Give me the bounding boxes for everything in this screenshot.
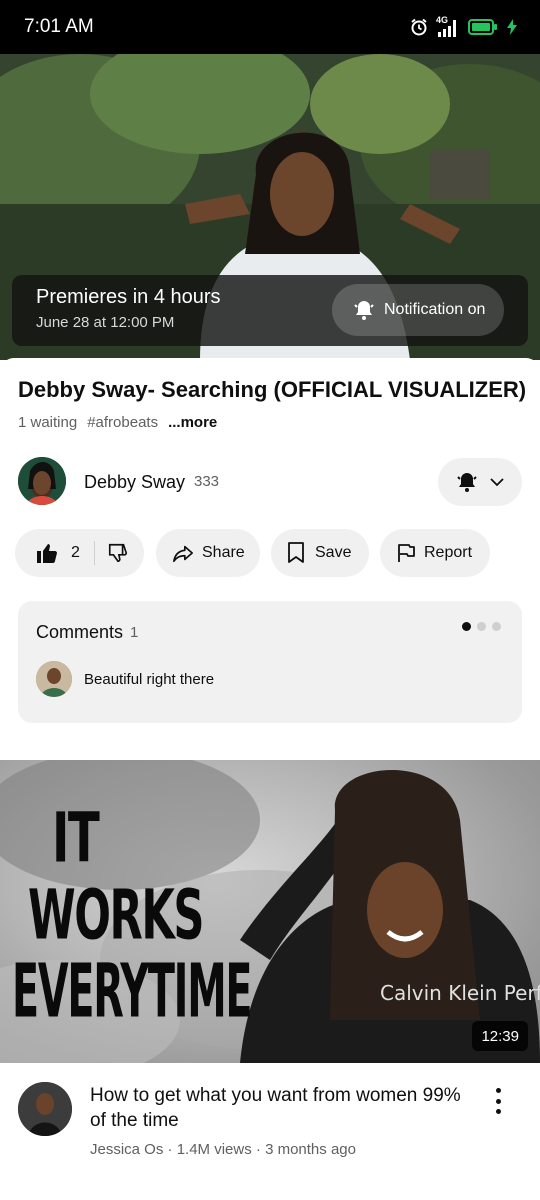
waiting-count: 1 waiting [18, 414, 78, 431]
meta-separator: · [167, 1141, 177, 1158]
recommended-thumbnail[interactable]: Calvin Klein Performance IT WORKS EVERYT… [0, 760, 540, 1063]
commenter-avatar [36, 661, 72, 697]
channel-avatar[interactable] [18, 457, 66, 505]
bell-ringing-icon [457, 473, 477, 492]
premiere-title: Premieres in 4 hours [36, 286, 221, 308]
comments-section[interactable]: Comments 1 Beautiful right there [18, 601, 522, 723]
save-label: Save [315, 544, 352, 561]
subscription-bell-button[interactable] [438, 458, 522, 506]
like-divider [93, 541, 95, 565]
chevron-down-icon [490, 478, 504, 487]
status-icons: 4G [410, 14, 518, 40]
battery-icon [468, 19, 497, 35]
shirt-text: Calvin Klein Performance [380, 981, 540, 1005]
recommended-channel-avatar[interactable] [18, 1082, 72, 1136]
recommended-channel: Jessica Os [90, 1141, 164, 1158]
signal-icon: 4G [436, 15, 460, 38]
status-bar: 7:01 AM 4G [0, 0, 540, 54]
report-button[interactable]: Report [380, 529, 490, 577]
recommended-title[interactable]: How to get what you want from women 99% … [90, 1083, 470, 1133]
top-comment: Beautiful right there [84, 671, 215, 688]
more-link[interactable]: ...more [168, 414, 217, 431]
like-count: 2 [71, 544, 80, 561]
subscriber-count: 333 [194, 473, 220, 490]
share-label: Share [202, 544, 245, 561]
video-title: Debby Sway- Searching (OFFICIAL VISUALIZ… [18, 377, 527, 402]
channel-name[interactable]: Debby Sway [84, 472, 185, 493]
premiere-date: June 28 at 12:00 PM [36, 314, 175, 331]
thumbnail-line-2: WORKS [28, 875, 204, 956]
carousel-dot [492, 622, 501, 631]
save-button[interactable]: Save [271, 529, 369, 577]
share-icon [173, 545, 193, 563]
carousel-dot-active [462, 622, 471, 631]
action-bar: 2 Share Save Report [15, 529, 535, 577]
report-label: Report [424, 544, 473, 561]
bell-ringing-icon [354, 301, 374, 320]
alarm-icon [411, 18, 427, 36]
thumbnail-line-1: IT [52, 798, 100, 879]
bookmark-icon [288, 542, 304, 563]
duration-badge: 12:39 [472, 1021, 528, 1051]
recommended-age: 3 months ago [265, 1141, 356, 1158]
premiere-banner: Premieres in 4 hours June 28 at 12:00 PM… [12, 275, 528, 346]
video-meta: 1 waiting #afrobeats ...more [18, 414, 217, 431]
like-icon[interactable] [35, 541, 59, 565]
meta-separator: · [255, 1141, 266, 1158]
flag-icon [398, 544, 415, 562]
carousel-dot [477, 622, 486, 631]
hashtag-link[interactable]: #afrobeats [87, 414, 158, 431]
charging-icon [507, 19, 517, 35]
thumbnail-line-3: EVERYTIME [12, 950, 253, 1036]
like-dislike-group: 2 [15, 529, 144, 577]
notification-button[interactable]: Notification on [332, 284, 504, 336]
share-button[interactable]: Share [156, 529, 260, 577]
recommended-meta: Jessica Os · 1.4M views · 3 months ago [90, 1141, 356, 1158]
more-options-icon[interactable] [486, 1086, 510, 1116]
status-time: 7:01 AM [24, 16, 94, 37]
video-player[interactable]: Premieres in 4 hours June 28 at 12:00 PM… [0, 54, 540, 360]
dislike-icon[interactable] [107, 542, 129, 564]
comments-count: 1 [130, 624, 139, 641]
comments-title: Comments [36, 622, 124, 642]
carousel-indicator [462, 622, 501, 631]
recommended-views: 1.4M views [176, 1141, 252, 1158]
notification-label: Notification on [384, 301, 486, 318]
